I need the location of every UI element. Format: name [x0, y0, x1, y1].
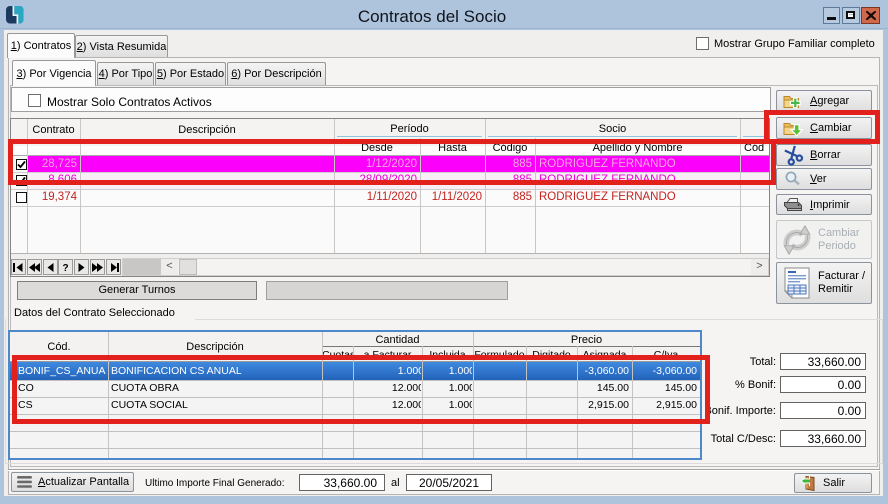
svg-text:?: ? [63, 263, 69, 272]
